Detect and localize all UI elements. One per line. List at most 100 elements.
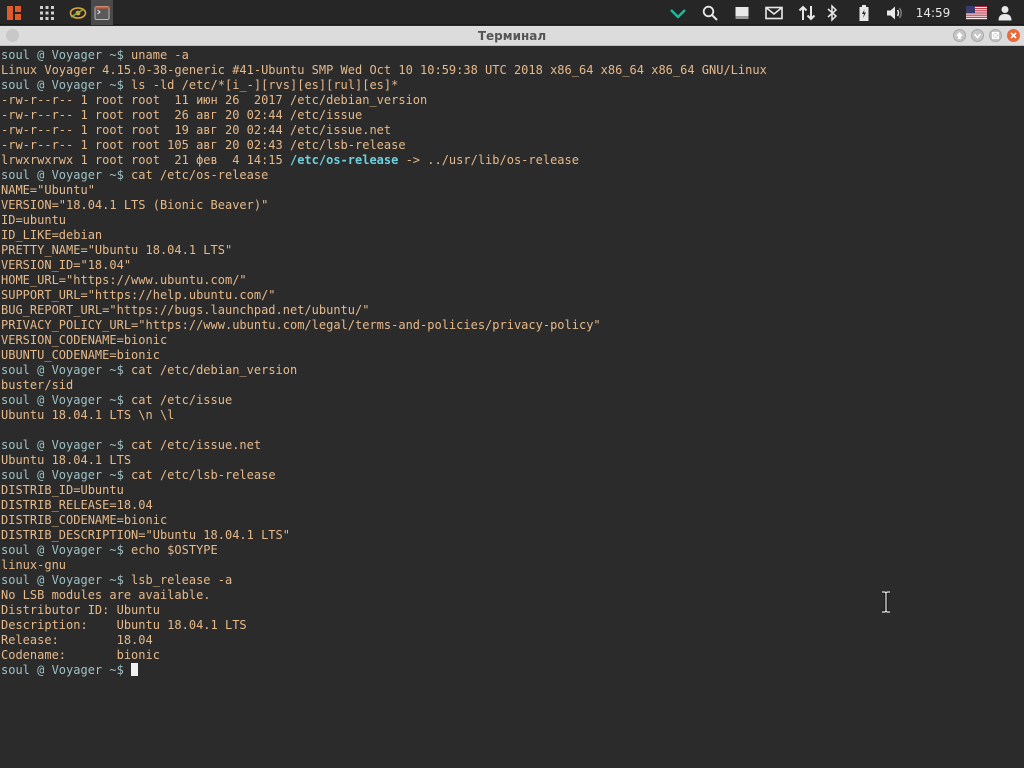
terminal-line: UBUNTU_CODENAME=bionic: [1, 348, 767, 363]
shell-prompt: soul @ Voyager ~$: [1, 78, 132, 92]
shell-prompt: soul @ Voyager ~$: [1, 48, 132, 62]
terminal-line: Description: Ubuntu 18.04.1 LTS: [1, 618, 767, 633]
shell-command: uname -a: [131, 48, 189, 62]
output-text: Release: 18.04: [1, 633, 153, 647]
shell-command: lsb_release -a: [131, 573, 233, 587]
terminal-line: DISTRIB_ID=Ubuntu: [1, 483, 767, 498]
terminal-view[interactable]: soul @ Voyager ~$ uname -a Linux Voyager …: [0, 47, 1024, 768]
output-text: lrwxrwxrwx 1 root root 21 фев 4 14:15: [1, 153, 290, 167]
app-menu-icon[interactable]: [3, 0, 25, 25]
notes-icon[interactable]: [731, 0, 753, 25]
terminal-line: linux-gnu: [1, 558, 767, 573]
output-text: VERSION_CODENAME=bionic: [1, 333, 168, 347]
terminal-line: Ubuntu 18.04.1 LTS: [1, 453, 767, 468]
terminal-line: ID=ubuntu: [1, 213, 767, 228]
terminal-line: DISTRIB_CODENAME=bionic: [1, 513, 767, 528]
arrow-up-icon: [956, 32, 963, 39]
network-icon[interactable]: [796, 0, 818, 25]
close-button[interactable]: [1007, 29, 1020, 42]
checkmark-icon[interactable]: [667, 0, 689, 25]
symlink-name: /etc/os-release: [289, 153, 399, 167]
apps-grid-icon[interactable]: [36, 0, 58, 25]
output-text: HOME_URL="https://www.ubuntu.com/": [1, 273, 247, 287]
battery-icon[interactable]: [853, 0, 875, 25]
terminal-line: DISTRIB_RELEASE=18.04: [1, 498, 767, 513]
shell-prompt: soul @ Voyager ~$: [1, 363, 132, 377]
terminal-line: lrwxrwxrwx 1 root root 21 фев 4 14:15 /e…: [1, 153, 767, 168]
terminal-line: -rw-r--r-- 1 root root 11 июн 26 2017 /e…: [1, 93, 767, 108]
terminal-line: NAME="Ubuntu": [1, 183, 767, 198]
output-text: -rw-r--r-- 1 root root 19 авг 20 02:44 /…: [1, 123, 392, 137]
user-icon[interactable]: [994, 0, 1016, 25]
output-text: VERSION="18.04.1 LTS (Bionic Beaver)": [1, 198, 269, 212]
terminal-output: soul @ Voyager ~$ uname -a Linux Voyager …: [1, 48, 767, 678]
terminal-line: Codename: bionic: [1, 648, 767, 663]
output-text: DISTRIB_RELEASE=18.04: [1, 498, 153, 512]
shell-command: cat /etc/lsb-release: [131, 468, 276, 482]
terminal-line: -rw-r--r-- 1 root root 26 авг 20 02:44 /…: [1, 108, 767, 123]
output-text: No LSB modules are available.: [1, 588, 211, 602]
terminal-app-icon[interactable]: [91, 0, 113, 25]
terminal-line: soul @ Voyager ~$ cat /etc/issue.net: [1, 438, 767, 453]
maximize-button[interactable]: [989, 29, 1002, 42]
output-text: DISTRIB_ID=Ubuntu: [1, 483, 124, 497]
shell-prompt: soul @ Voyager ~$: [1, 168, 132, 182]
terminal-line: PRIVACY_POLICY_URL="https://www.ubuntu.c…: [1, 318, 767, 333]
terminal-line: soul @ Voyager ~$ echo $OSTYPE: [1, 543, 767, 558]
output-text: VERSION_ID="18.04": [1, 258, 132, 272]
output-text: DISTRIB_DESCRIPTION="Ubuntu 18.04.1 LTS": [1, 528, 290, 542]
shell-prompt: soul @ Voyager ~$: [1, 573, 132, 587]
terminal-line: soul @ Voyager ~$ ls -ld /etc/*[i_-][rvs…: [1, 78, 767, 93]
shell-command: cat /etc/issue.net: [131, 438, 262, 452]
minimize-button[interactable]: [971, 29, 984, 42]
output-text: PRIVACY_POLICY_URL="https://www.ubuntu.c…: [1, 318, 601, 332]
output-text: buster/sid: [1, 378, 74, 392]
bluetooth-icon[interactable]: [821, 0, 843, 25]
output-text: -rw-r--r-- 1 root root 105 авг 20 02:43 …: [1, 138, 406, 152]
output-text: Description: Ubuntu 18.04.1 LTS: [1, 618, 247, 632]
terminal-line: DISTRIB_DESCRIPTION="Ubuntu 18.04.1 LTS": [1, 528, 767, 543]
output-text: Linux Voyager 4.15.0-38-generic #41-Ubun…: [1, 63, 767, 77]
window-title: Терминал: [477, 29, 547, 43]
output-text: Codename: bionic: [1, 648, 160, 662]
shell-command: cat /etc/debian_version: [131, 363, 298, 377]
output-text: SUPPORT_URL="https://help.ubuntu.com/": [1, 288, 276, 302]
terminal-line: soul @ Voyager ~$ cat /etc/debian_versio…: [1, 363, 767, 378]
terminal-line: No LSB modules are available.: [1, 588, 767, 603]
terminal-line: BUG_REPORT_URL="https://bugs.launchpad.n…: [1, 303, 767, 318]
eye-app-icon[interactable]: [67, 0, 89, 25]
terminal-line: soul @ Voyager ~$ cat /etc/issue: [1, 393, 767, 408]
keep-above-button[interactable]: [953, 29, 966, 42]
output-text: ID_LIKE=debian: [1, 228, 103, 242]
output-text: BUG_REPORT_URL="https://bugs.launchpad.n…: [1, 303, 370, 317]
mail-icon[interactable]: [763, 0, 785, 25]
terminal-line: soul @ Voyager ~$ uname -a: [1, 48, 767, 63]
terminal-line: VERSION_CODENAME=bionic: [1, 333, 767, 348]
terminal-line: -rw-r--r-- 1 root root 105 авг 20 02:43 …: [1, 138, 767, 153]
us-flag-icon[interactable]: [964, 0, 988, 25]
terminal-line: soul @ Voyager ~$ lsb_release -a: [1, 573, 767, 588]
clock-label: 14:59: [915, 5, 951, 20]
maximize-icon: [992, 32, 999, 39]
shell-prompt: soul @ Voyager ~$: [1, 663, 132, 677]
terminal-line: VERSION="18.04.1 LTS (Bionic Beaver)": [1, 198, 767, 213]
output-text: UBUNTU_CODENAME=bionic: [1, 348, 160, 362]
volume-icon[interactable]: [884, 0, 906, 25]
terminal-line: HOME_URL="https://www.ubuntu.com/": [1, 273, 767, 288]
minimize-icon: [973, 33, 982, 39]
terminal-line: Ubuntu 18.04.1 LTS \n \l: [1, 408, 767, 423]
output-text: ID=ubuntu: [1, 213, 67, 227]
shell-command: ls -ld /etc/*[i_-][rvs][es][rul][es]*: [131, 78, 399, 92]
terminal-line: soul @ Voyager ~$ cat /etc/lsb-release: [1, 468, 767, 483]
shell-prompt: soul @ Voyager ~$: [1, 438, 132, 452]
output-text: Ubuntu 18.04.1 LTS \n \l: [1, 408, 175, 422]
output-text: Distributor ID: Ubuntu: [1, 603, 160, 617]
terminal-line: soul @ Voyager ~$ cat /etc/os-release: [1, 168, 767, 183]
shell-prompt: soul @ Voyager ~$: [1, 393, 132, 407]
terminal-cursor[interactable]: [131, 663, 139, 676]
search-icon[interactable]: [699, 0, 721, 25]
shell-command: echo $OSTYPE: [131, 543, 218, 557]
window-titlebar[interactable]: Терминал: [0, 26, 1024, 46]
clock[interactable]: 14:59: [913, 0, 953, 25]
